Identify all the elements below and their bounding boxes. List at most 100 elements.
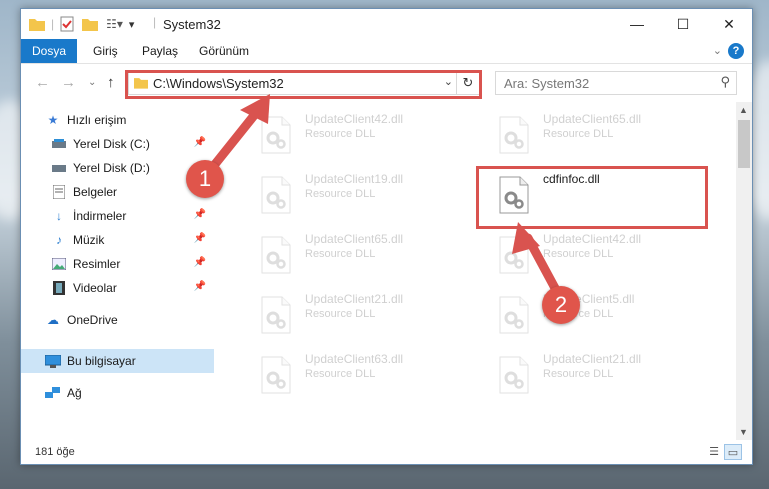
file-name: UpdateClient65.dll [543, 112, 642, 126]
sidebar-item-label: Ağ [67, 386, 82, 400]
pictures-icon [51, 256, 67, 272]
pin-icon[interactable]: 📌 [194, 281, 206, 292]
file-item[interactable]: UpdateClient42.dll Resource DLL [255, 110, 475, 160]
file-type: Resource DLL [305, 248, 376, 260]
maximize-button[interactable]: ☐ [660, 9, 706, 39]
sidebar-item-label: Bu bilgisayar [67, 354, 136, 368]
minimize-button[interactable]: — [614, 9, 660, 39]
file-item[interactable]: UpdateClient21.dll Resource DLL [255, 290, 475, 340]
view-options-icon[interactable]: ☷▾ [106, 17, 123, 31]
quick-access-toolbar: | ☷▾ ▾ [29, 15, 134, 33]
tiles-view-icon[interactable]: ▭ [724, 444, 742, 460]
search-icon[interactable]: ⚲ [720, 74, 730, 90]
file-item[interactable]: UpdateClient63.dll Resource DLL [255, 350, 475, 400]
file-item[interactable]: UpdateClient42.dll Resource DLL [493, 230, 713, 280]
sidebar-item-label: Videolar [73, 281, 117, 295]
window-title: System32 [163, 17, 221, 32]
scrollbar-thumb[interactable] [738, 120, 750, 168]
dll-file-icon [499, 236, 529, 274]
computer-icon [45, 353, 61, 369]
cloud-icon: ☁ [47, 313, 59, 327]
close-icon: ✕ [723, 15, 735, 32]
help-icon[interactable]: ? [728, 43, 744, 59]
tab-share[interactable]: Paylaş [142, 44, 178, 58]
file-highlight-box [476, 166, 708, 229]
file-name: UpdateClient21.dll [543, 352, 642, 366]
documents-icon [51, 184, 67, 200]
recent-locations-icon[interactable]: ⌄ [88, 77, 96, 88]
dll-file-icon [499, 296, 529, 334]
sidebar-item-onedrive[interactable]: ☁ OneDrive [45, 308, 214, 332]
sidebar-item-label: OneDrive [67, 313, 118, 327]
expand-ribbon-icon[interactable]: ⌄ [713, 44, 722, 57]
file-item[interactable]: UpdateClient65.dll Resource DLL [493, 110, 713, 160]
dll-file-icon [499, 356, 529, 394]
file-type: Resource DLL [305, 188, 376, 200]
new-folder-icon[interactable] [82, 17, 99, 31]
sidebar-item-music[interactable]: ♪ Müzik 📌 [51, 228, 214, 252]
sidebar-item-label: İndirmeler [73, 209, 127, 223]
status-bar: 181 öğe ☰ ▭ [21, 440, 752, 464]
folder-icon[interactable] [29, 17, 45, 31]
file-name: UpdateClient42.dll [305, 112, 404, 126]
file-type: Resource DLL [305, 128, 376, 140]
separator: | [153, 15, 157, 29]
step-badge-2: 2 [542, 286, 580, 324]
sidebar-item-videos[interactable]: Videolar 📌 [51, 276, 214, 300]
drive-icon [51, 160, 67, 176]
file-type: Resource DLL [305, 308, 376, 320]
back-arrow-icon[interactable]: ← [35, 74, 50, 91]
video-icon [51, 280, 67, 296]
sidebar-item-label: Belgeler [73, 185, 118, 199]
navigation-pane: ★ Hızlı erişim Yerel Disk (C:) 📌 Yerel D… [21, 102, 216, 440]
dll-file-icon [261, 236, 291, 274]
vertical-scrollbar[interactable]: ▲ ▼ [736, 102, 752, 440]
file-type: Resource DLL [543, 368, 614, 380]
maximize-icon: ☐ [676, 15, 690, 32]
star-icon: ★ [47, 113, 59, 127]
customize-toolbar-icon[interactable]: ▾ [129, 18, 135, 31]
file-item[interactable]: UpdateClient5.dll Resource DLL [493, 290, 713, 340]
sidebar-item-this-pc[interactable]: Bu bilgisayar [21, 349, 214, 373]
sidebar-item-label: Yerel Disk (C:) [73, 137, 150, 151]
file-name: UpdateClient65.dll [305, 232, 404, 246]
pin-icon[interactable]: 📌 [194, 257, 206, 268]
sidebar-item-quick-access[interactable]: ★ Hızlı erişim [45, 108, 214, 132]
details-view-icon[interactable]: ☰ [706, 444, 722, 458]
separator: | [51, 17, 55, 31]
tab-view[interactable]: Görünüm [199, 44, 249, 58]
file-name: UpdateClient21.dll [305, 292, 404, 306]
file-item[interactable]: UpdateClient19.dll Resource DLL [255, 170, 475, 220]
download-icon: ↓ [56, 209, 62, 223]
pin-icon[interactable]: 📌 [194, 233, 206, 244]
step-badge-1: 1 [186, 160, 224, 198]
sidebar-item-network[interactable]: Ağ [45, 381, 214, 405]
ribbon-tabs: Dosya Giriş Paylaş Görünüm ⌄ ? [21, 39, 752, 64]
search-box[interactable]: Ara: System32 ⚲ [495, 71, 737, 95]
forward-arrow-icon[interactable]: → [61, 74, 76, 91]
tab-home[interactable]: Giriş [93, 44, 118, 58]
pin-icon[interactable]: 📌 [194, 137, 206, 148]
file-item[interactable]: UpdateClient21.dll Resource DLL [493, 350, 713, 400]
file-list: UpdateClient42.dll Resource DLL UpdateClie… [217, 102, 735, 440]
properties-icon[interactable] [60, 16, 74, 32]
file-item[interactable]: UpdateClient65.dll Resource DLL [255, 230, 475, 280]
minimize-icon: — [630, 16, 644, 32]
close-button[interactable]: ✕ [706, 9, 752, 39]
file-type: Resource DLL [543, 128, 614, 140]
file-type: Resource DLL [543, 248, 614, 260]
sidebar-item-pictures[interactable]: Resimler 📌 [51, 252, 214, 276]
item-count: 181 öğe [35, 446, 75, 458]
sidebar-item-downloads[interactable]: ↓ İndirmeler 📌 [51, 204, 214, 228]
up-arrow-icon[interactable]: ↑ [107, 74, 115, 91]
title-bar: | ☷▾ ▾ | System32 — ☐ ✕ [21, 9, 752, 39]
dll-file-icon [261, 176, 291, 214]
scroll-up-icon[interactable]: ▲ [739, 105, 748, 115]
pin-icon[interactable]: 📌 [194, 209, 206, 220]
scroll-down-icon[interactable]: ▼ [739, 427, 748, 437]
sidebar-item-label: Yerel Disk (D:) [73, 161, 150, 175]
network-icon [45, 385, 61, 401]
file-type: Resource DLL [305, 368, 376, 380]
sidebar-item-local-disk-c[interactable]: Yerel Disk (C:) 📌 [51, 132, 214, 156]
tab-file[interactable]: Dosya [21, 39, 77, 63]
